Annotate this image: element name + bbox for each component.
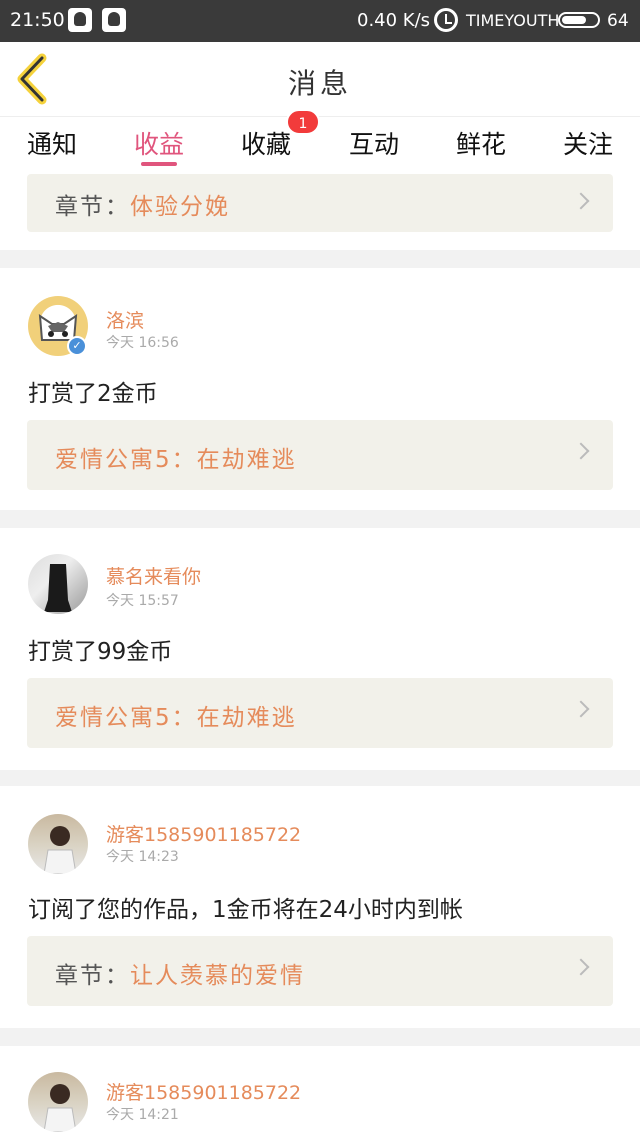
username[interactable]: 慕名来看你 xyxy=(106,562,201,589)
ref-prefix: 章节： xyxy=(55,194,130,220)
chevron-right-icon xyxy=(572,442,590,460)
tab-follows[interactable]: 关注 xyxy=(538,125,638,161)
tab-earnings[interactable]: 收益 xyxy=(109,125,209,161)
active-tab-indicator xyxy=(141,162,177,166)
message-list: 章节：体验分娩 ✓ 洛滨 今天 16:56 打赏了2金币 爱情公寓5：在劫难逃 … xyxy=(0,174,640,1138)
list-item: 章节：体验分娩 xyxy=(0,174,640,250)
status-time: 21:50 xyxy=(10,9,65,31)
ref-prefix: 章节： xyxy=(55,963,130,989)
status-bar: 21:50 0.40 K/s TIMEYOUTH 64 xyxy=(0,0,640,42)
chapter-link-text: 章节：体验分娩 xyxy=(55,187,230,221)
action-text: 订阅了您的作品，1金币将在24小时内到帐 xyxy=(28,897,463,923)
chevron-right-icon xyxy=(572,700,590,718)
tab-bar: 通知 收益 收藏 互动 鲜花 关注 xyxy=(0,116,640,174)
chevron-right-icon xyxy=(572,958,590,976)
username[interactable]: 游客15859011857​22 xyxy=(106,820,301,847)
ref-title: 爱情公寓5：在劫难逃 xyxy=(55,705,297,731)
app-header: 消息 xyxy=(0,42,640,116)
tab-interactions[interactable]: 互动 xyxy=(324,125,424,161)
chapter-link[interactable]: 章节：体验分娩 xyxy=(27,174,613,232)
photo-avatar-icon xyxy=(43,826,77,874)
tab-notifications[interactable]: 通知 xyxy=(2,125,102,161)
photo-avatar-icon xyxy=(43,1084,77,1132)
alarm-icon xyxy=(434,8,458,32)
username[interactable]: 洛滨 xyxy=(106,306,144,333)
network-speed: 0.40 K/s xyxy=(357,10,431,31)
list-item: 游客15859011857​22 今天 14:21 xyxy=(0,1046,640,1138)
action-text: 打赏了99金币 xyxy=(28,639,173,665)
ref-title: 体验分娩 xyxy=(130,194,230,220)
action-text: 打赏了2金币 xyxy=(28,381,158,407)
timestamp: 今天 14:23 xyxy=(106,849,179,865)
ref-title: 爱情公寓5：在劫难逃 xyxy=(55,447,297,473)
avatar[interactable] xyxy=(28,814,88,874)
carrier-label: TIMEYOUTH xyxy=(466,11,560,30)
avatar[interactable] xyxy=(28,1072,88,1132)
book-link[interactable]: 爱情公寓5：在劫难逃 xyxy=(27,420,613,490)
qq-notification-icon xyxy=(68,8,92,32)
tab-flowers[interactable]: 鲜花 xyxy=(431,125,531,161)
battery-icon xyxy=(558,12,600,28)
list-item: ✓ 洛滨 今天 16:56 打赏了2金币 爱情公寓5：在劫难逃 xyxy=(0,268,640,510)
chapter-link-text: 章节：让人羡慕的爱情 xyxy=(55,956,305,990)
qq-notification-icon xyxy=(102,8,126,32)
chapter-link[interactable]: 章节：让人羡慕的爱情 xyxy=(27,936,613,1006)
list-item: 慕名来看你 今天 15:57 打赏了99金币 爱情公寓5：在劫难逃 xyxy=(0,528,640,770)
unread-badge: 1 xyxy=(286,109,320,135)
verified-icon: ✓ xyxy=(67,336,87,356)
page-title: 消息 xyxy=(287,67,352,100)
list-item: 游客15859011857​22 今天 14:23 订阅了您的作品，1金币将在2… xyxy=(0,786,640,1028)
photo-avatar-icon xyxy=(44,564,72,612)
timestamp: 今天 14:21 xyxy=(106,1107,179,1123)
username[interactable]: 游客15859011857​22 xyxy=(106,1078,301,1105)
battery-level: 64 xyxy=(607,11,629,31)
timestamp: 今天 16:56 xyxy=(106,335,179,351)
book-link[interactable]: 爱情公寓5：在劫难逃 xyxy=(27,678,613,748)
chevron-right-icon xyxy=(572,192,590,210)
ref-title: 让人羡慕的爱情 xyxy=(130,963,305,989)
timestamp: 今天 15:57 xyxy=(106,593,179,609)
avatar[interactable] xyxy=(28,554,88,614)
